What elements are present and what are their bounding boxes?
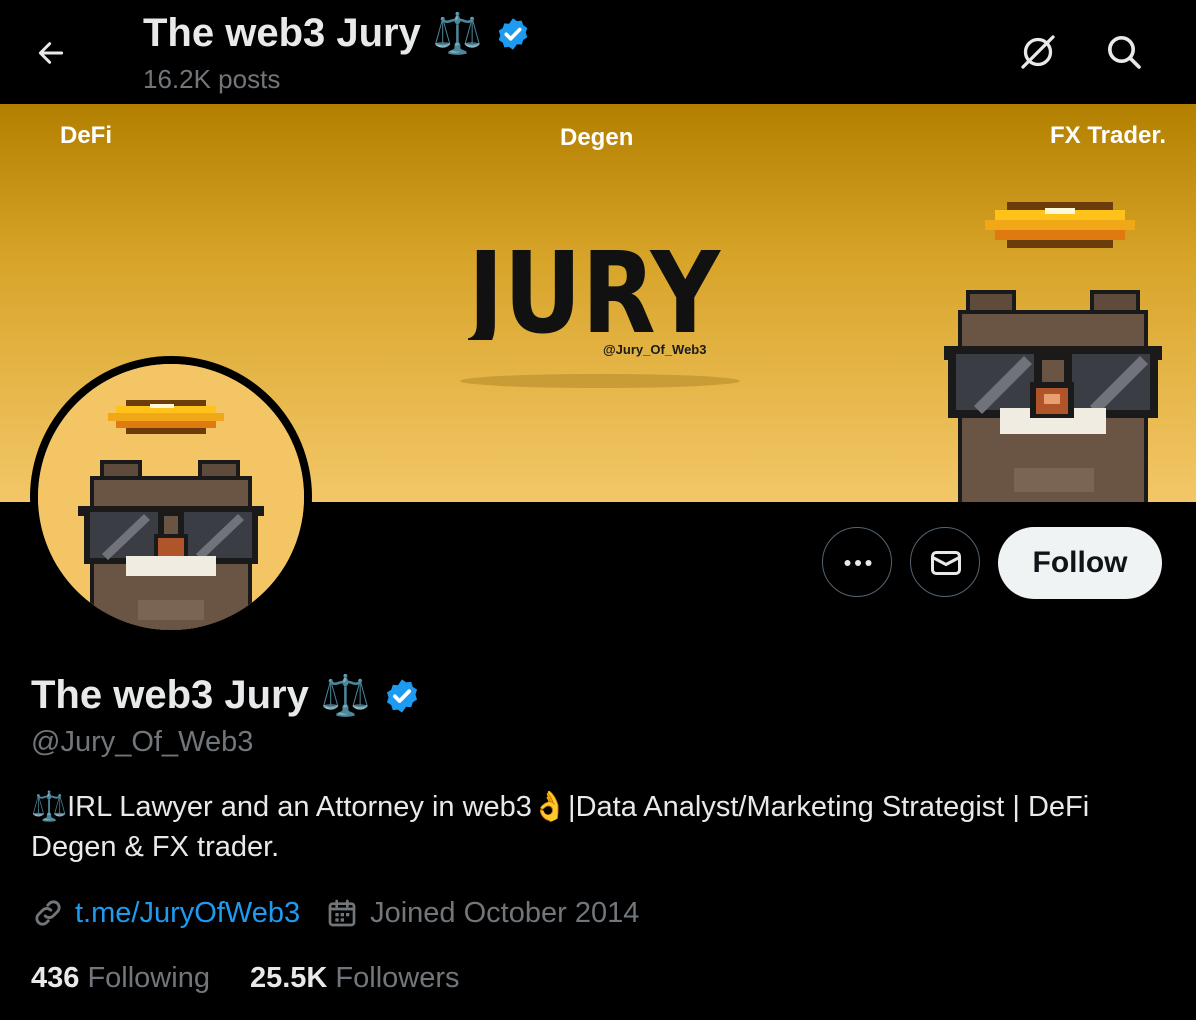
joined-date: Joined October 2014 bbox=[370, 896, 640, 929]
message-button[interactable] bbox=[910, 527, 980, 597]
more-button[interactable] bbox=[822, 527, 892, 597]
profile-link[interactable]: t.me/JuryOfWeb3 bbox=[75, 897, 300, 930]
avatar-image bbox=[38, 364, 304, 630]
search-button[interactable] bbox=[1100, 28, 1148, 76]
more-icon bbox=[844, 560, 872, 566]
banner-text-right: FX Trader. bbox=[1050, 122, 1167, 149]
header-title-text: The web3 Jury bbox=[143, 11, 421, 55]
top-bar: The web3 Jury ⚖️ 16.2K posts bbox=[0, 0, 1196, 104]
following-link[interactable]: 436 Following bbox=[31, 962, 210, 995]
calendar-icon bbox=[328, 899, 356, 927]
profile-meta: t.me/JuryOfWeb3 Joined October 2014 bbox=[31, 896, 639, 930]
followers-link[interactable]: 25.5K Followers bbox=[250, 962, 460, 995]
jury-logo: JURY bbox=[468, 229, 722, 340]
profile-avatar[interactable] bbox=[30, 356, 312, 638]
profile-name-text: The web3 Jury bbox=[31, 673, 309, 717]
jury-logo-handle: @Jury_Of_Web3 bbox=[603, 342, 707, 357]
profile-handle: @Jury_Of_Web3 bbox=[31, 726, 254, 758]
follow-button[interactable]: Follow bbox=[998, 527, 1162, 599]
search-icon bbox=[1108, 36, 1141, 69]
banner-text-center: Degen bbox=[560, 124, 634, 151]
message-icon bbox=[931, 551, 961, 575]
following-label: Following bbox=[87, 962, 210, 994]
back-button[interactable] bbox=[26, 28, 76, 78]
header-title: The web3 Jury ⚖️ bbox=[143, 10, 531, 57]
profile-stats: 436 Following 25.5K Followers bbox=[31, 962, 460, 995]
avatar-illustration bbox=[38, 364, 304, 630]
verified-badge-icon[interactable] bbox=[495, 16, 531, 52]
grok-icon bbox=[1021, 35, 1055, 69]
following-count: 436 bbox=[31, 962, 80, 994]
followers-label: Followers bbox=[335, 962, 460, 994]
scale-emoji: ⚖️ bbox=[320, 674, 371, 718]
followers-count: 25.5K bbox=[249, 962, 328, 994]
verified-badge-icon[interactable] bbox=[383, 677, 421, 715]
profile-bio: ⚖️IRL Lawyer and an Attorney in web3👌|Da… bbox=[31, 791, 1090, 863]
halo-illustration bbox=[985, 202, 1135, 248]
scale-emoji: ⚖️ bbox=[432, 12, 483, 56]
bear-illustration bbox=[944, 290, 1162, 502]
profile-name: The web3 Jury ⚖️ bbox=[31, 672, 421, 719]
grok-button[interactable] bbox=[1014, 28, 1062, 76]
banner-text-left: DeFi bbox=[60, 122, 113, 149]
jury-logo-text: JURY bbox=[468, 229, 722, 340]
link-icon bbox=[35, 900, 61, 926]
back-arrow-icon bbox=[38, 42, 64, 64]
post-count: 16.2K posts bbox=[143, 64, 281, 94]
logo-shadow bbox=[460, 374, 740, 388]
